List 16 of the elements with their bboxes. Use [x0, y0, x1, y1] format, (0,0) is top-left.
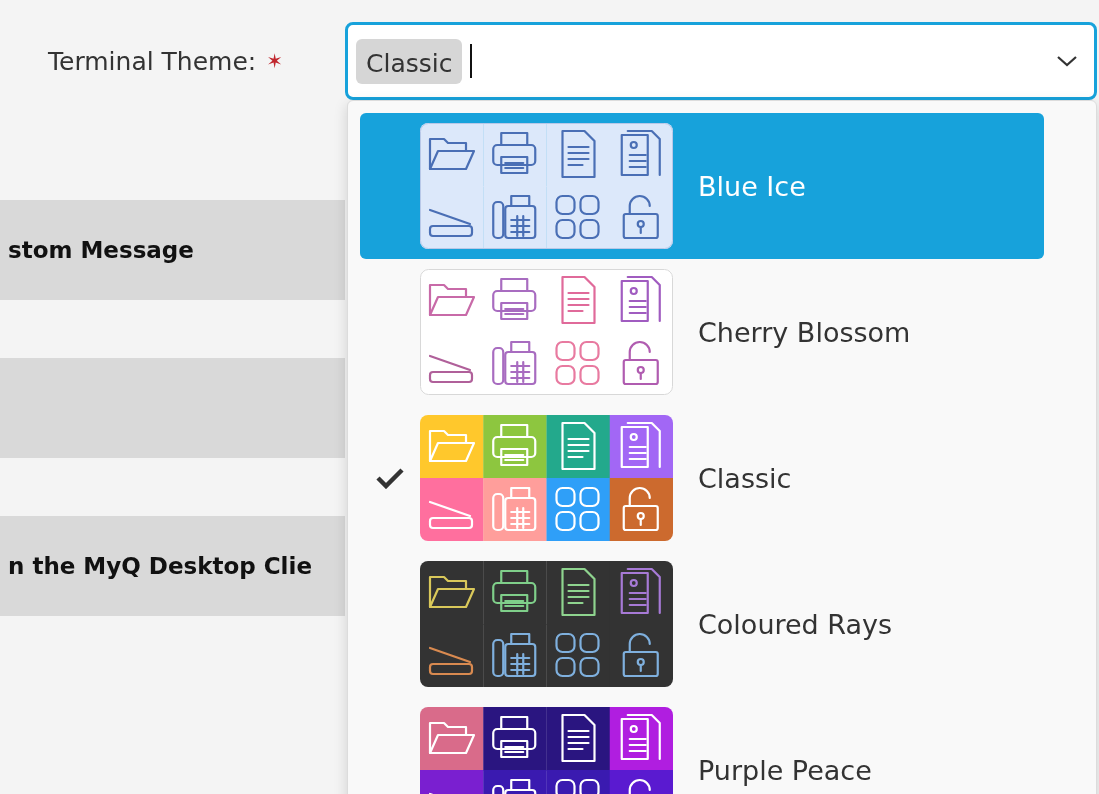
theme-option[interactable]: Coloured Rays	[360, 551, 1044, 697]
theme-option[interactable]: Classic	[360, 405, 1044, 551]
section-title: n the MyQ Desktop Clie	[8, 553, 312, 579]
section-header[interactable]	[0, 358, 345, 458]
section-header[interactable]: stom Message	[0, 200, 345, 300]
section-title: stom Message	[8, 237, 194, 263]
section-header[interactable]: n the MyQ Desktop Clie	[0, 516, 345, 616]
theme-select-field[interactable]: Classic	[345, 22, 1097, 100]
selected-value-chip: Classic	[356, 38, 463, 84]
checkmark-icon	[375, 467, 405, 489]
theme-option[interactable]: Cherry Blossom	[360, 259, 1044, 405]
chevron-icon	[1056, 54, 1078, 68]
required-mark: ✶	[266, 49, 284, 73]
text-cursor	[470, 44, 473, 78]
field-label: Terminal Theme:	[48, 46, 257, 76]
theme-option[interactable]: Purple Peace	[360, 697, 1044, 794]
